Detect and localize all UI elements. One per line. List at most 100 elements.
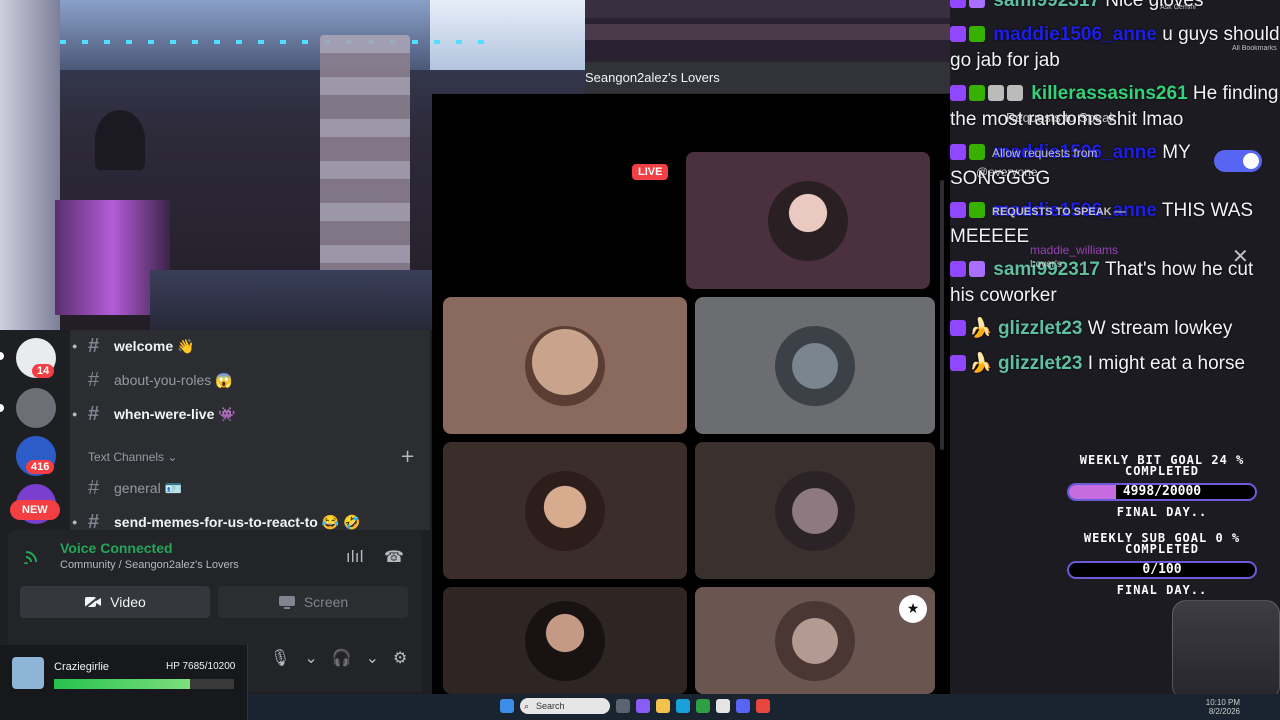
video-tile-5[interactable] <box>695 442 935 579</box>
video-tile-3[interactable] <box>695 297 935 434</box>
gear-icon[interactable]: ⚙ <box>393 648 407 667</box>
live-badge: LIVE <box>632 164 669 180</box>
hp-value: HP 7685/10200 <box>166 661 236 672</box>
channel-about-you-roles[interactable]: # about-you-roles 😱 <box>88 368 233 392</box>
browser-address-bar[interactable] <box>585 24 950 40</box>
webcam-window <box>430 0 585 70</box>
unread-indicator-icon: ● <box>72 517 78 527</box>
edge-icon[interactable] <box>676 699 690 713</box>
channel-label: about-you-roles 😱 <box>114 371 233 388</box>
search-placeholder: Search <box>536 701 565 711</box>
webcam-wall <box>0 0 60 330</box>
video-grid: LIVE ★ <box>432 94 950 694</box>
sub-goal-widget: WEEKLY SUB GOAL 0 % COMPLETED 0/100 FINA… <box>1052 532 1272 597</box>
allow-requests-toggle[interactable] <box>1214 150 1262 172</box>
store-icon[interactable] <box>716 699 730 713</box>
twitch-icon <box>950 320 966 336</box>
goal-value: 4998/20000 <box>1122 484 1202 499</box>
unread-indicator-icon: ● <box>72 341 78 351</box>
twitch-icon <box>950 144 966 160</box>
server-badge: 14 <box>32 364 55 378</box>
all-bookmarks-label[interactable]: All Bookmarks <box>1232 45 1277 52</box>
video-tile-2[interactable] <box>443 297 687 434</box>
video-button[interactable]: Video <box>20 586 210 618</box>
everyone-label: @everyone <box>976 165 1038 179</box>
voice-location[interactable]: Community / Seangon2alez's Lovers <box>60 559 239 571</box>
close-icon[interactable]: ✕ <box>1232 244 1249 269</box>
goal-subtitle: COMPLETED <box>1124 542 1200 556</box>
hash-icon: # <box>88 476 100 499</box>
webcam-plant <box>95 110 145 170</box>
goal-subtitle: COMPLETED <box>1124 464 1200 478</box>
chevron-down-icon: ⌄ <box>167 450 178 464</box>
server-icon-2[interactable] <box>16 388 56 428</box>
twitch-icon <box>950 85 966 101</box>
participant-avatar <box>525 325 605 406</box>
taskbar-search[interactable]: ⌕ Search <box>520 698 610 714</box>
chat-message: maddie1506_anne u guys should go jab for… <box>950 22 1280 74</box>
microphone-icon[interactable]: 🎙 <box>270 648 290 667</box>
create-channel-plus-icon[interactable]: + <box>400 446 415 467</box>
badge-icon <box>1007 85 1023 101</box>
sword-badge-icon <box>969 202 985 218</box>
chevron-down-icon[interactable]: ⌄ <box>366 648 379 667</box>
windows-start-icon[interactable] <box>500 699 514 713</box>
clock-date: 8/2/2026 <box>1208 707 1240 716</box>
star-badge-icon: ★ <box>899 595 927 623</box>
channel-label: general 🪪 <box>114 479 183 496</box>
participant-avatar <box>525 600 605 681</box>
server-badge: 416 <box>26 460 55 474</box>
channel-when-were-live[interactable]: ● # when-were-live 👾 <box>72 402 236 426</box>
voice-connected-panel: Voice Connected Community / Seangon2alez… <box>8 530 422 640</box>
goal-final: FINAL DAY.. <box>1116 583 1208 597</box>
server-unread-dot <box>0 404 4 412</box>
goal-value: 0/100 <box>1142 562 1182 577</box>
taskbar-clock[interactable]: 10:10 PM 8/2/2026 <box>1206 698 1240 716</box>
server-unread-dot <box>0 352 4 360</box>
browser-chrome <box>585 0 950 62</box>
discord-icon[interactable] <box>736 699 750 713</box>
video-button-label: Video <box>110 594 146 610</box>
sword-badge-icon <box>969 85 985 101</box>
bit-goal-widget: WEEKLY BIT GOAL 24 % COMPLETED 4998/2000… <box>1052 454 1272 519</box>
ask-gemini-label[interactable]: Ask Gemini <box>1160 4 1196 11</box>
voice-channel-title: Seangon2alez's Lovers <box>585 70 720 85</box>
chrome-icon[interactable] <box>756 699 770 713</box>
noise-suppression-icon[interactable]: ılıl <box>346 547 364 566</box>
participant-avatar <box>768 180 848 261</box>
banana-badge-icon: 🍌 <box>969 318 993 339</box>
request-subtitle: Lover's <box>1030 259 1062 270</box>
screen-share-button[interactable]: Screen <box>218 586 408 618</box>
webcam-led-lights <box>60 40 490 44</box>
chat-message: 🍌 glizzlet23 I might eat a horse <box>950 351 1280 377</box>
hp-username: Craziegirlie <box>54 661 110 673</box>
screen-share-icon <box>278 596 295 609</box>
hp-bar <box>54 679 234 689</box>
browser-tab-strip[interactable] <box>585 0 950 18</box>
search-icon: ⌕ <box>524 701 530 711</box>
category-text-channels[interactable]: Text Channels ⌄ <box>88 450 177 464</box>
disconnect-icon[interactable]: ☎ <box>384 547 404 566</box>
channel-welcome[interactable]: ● # welcome 👋 <box>72 334 194 358</box>
video-tile-4[interactable] <box>443 442 687 579</box>
file-explorer-icon[interactable] <box>656 699 670 713</box>
hash-icon: # <box>88 334 100 357</box>
copilot-icon[interactable] <box>636 699 650 713</box>
video-grid-scrollbar[interactable] <box>940 180 944 450</box>
new-unreads-pill[interactable]: NEW <box>10 500 60 520</box>
voice-status[interactable]: Voice Connected <box>60 540 173 556</box>
video-tile-7[interactable]: ★ <box>695 587 935 694</box>
chat-message: 🍌 glizzlet23 W stream lowkey <box>950 316 1280 342</box>
signal-icon[interactable] <box>24 548 44 564</box>
star-badge-icon <box>969 261 985 277</box>
xbox-icon[interactable] <box>696 699 710 713</box>
video-tile-1[interactable] <box>686 152 930 289</box>
twitch-icon <box>950 202 966 218</box>
headphones-icon[interactable]: 🎧 <box>332 648 352 667</box>
star-badge-icon <box>969 0 985 8</box>
task-view-icon[interactable] <box>616 699 630 713</box>
channel-general[interactable]: # general 🪪 <box>88 476 182 500</box>
chevron-down-icon[interactable]: ⌄ <box>304 648 317 667</box>
video-tile-6[interactable] <box>443 587 687 694</box>
banana-badge-icon: 🍌 <box>969 353 993 374</box>
